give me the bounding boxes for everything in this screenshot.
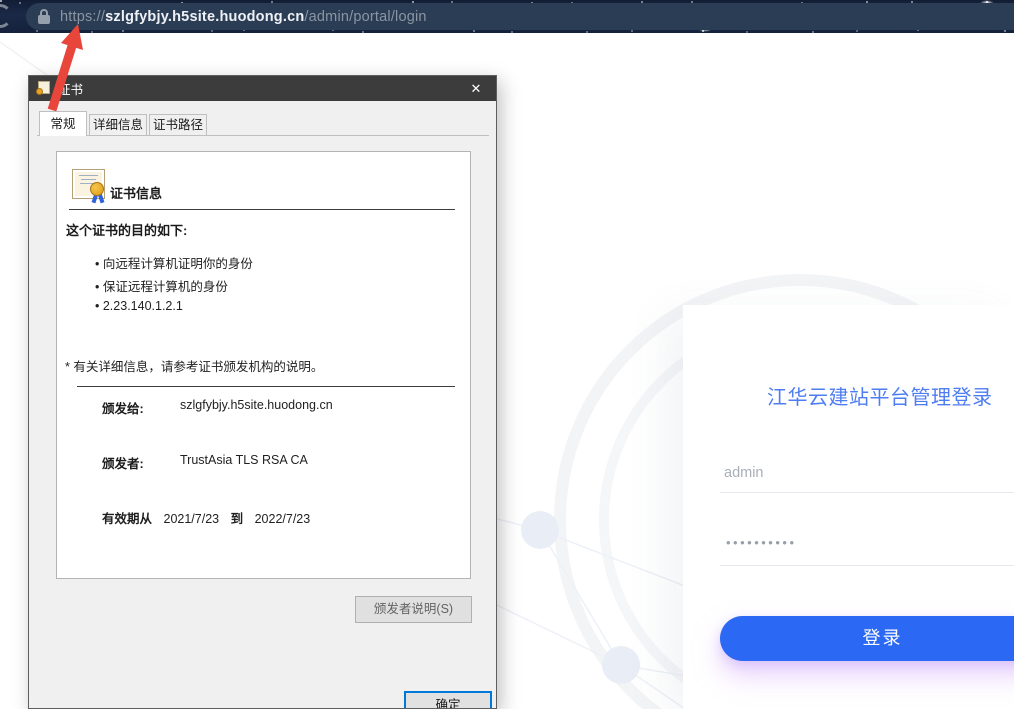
purpose-heading: 这个证书的目的如下:	[66, 220, 187, 239]
url-text: https://szlgfybjy.h5site.huodong.cn/admi…	[60, 9, 427, 25]
tab-certification-path[interactable]: 证书路径	[149, 114, 207, 136]
divider	[69, 209, 455, 210]
login-button[interactable]: 登录	[720, 616, 1014, 661]
purpose-item: 保证远程计算机的身份	[95, 276, 228, 295]
login-title: 江华云建站平台管理登录	[767, 381, 1014, 410]
screen: https://szlgfybjy.h5site.huodong.cn/admi…	[0, 0, 1014, 709]
purpose-item: 2.23.140.1.2.1	[95, 299, 183, 313]
divider	[77, 386, 455, 387]
url-host: szlgfybjy.h5site.huodong.cn	[105, 9, 304, 25]
issued-to-label: 颁发给:	[102, 398, 144, 417]
username-input[interactable]: admin	[720, 455, 1014, 493]
validity-label: 有效期从	[102, 512, 152, 526]
validity-row: 有效期从 2021/7/23 到 2022/7/23	[102, 508, 318, 527]
url-path: /admin/portal/login	[304, 9, 426, 25]
browser-logo-partial-icon	[0, 4, 12, 28]
valid-to-date: 2022/7/23	[255, 512, 311, 526]
issued-by-label: 颁发者:	[102, 453, 144, 472]
close-icon[interactable]: ✕	[456, 76, 496, 101]
ok-button[interactable]: 确定	[404, 691, 492, 709]
annotation-arrow	[30, 18, 110, 118]
valid-from-date: 2021/7/23	[164, 512, 220, 526]
issuer-statement-button[interactable]: 颁发者说明(S)	[355, 596, 472, 623]
browser-top-bar: https://szlgfybjy.h5site.huodong.cn/admi…	[0, 0, 1014, 33]
login-card: 江华云建站平台管理登录 admin •••••••••• 登录	[683, 305, 1014, 709]
issuer-note: * 有关详细信息，请参考证书颁发机构的说明。	[65, 356, 323, 375]
tab-strip-divider	[37, 135, 489, 136]
certificate-info-heading: 证书信息	[110, 183, 162, 202]
username-value: admin	[724, 465, 764, 481]
validity-to-label: 到	[231, 512, 244, 526]
address-bar[interactable]: https://szlgfybjy.h5site.huodong.cn/admi…	[26, 3, 1014, 30]
issued-to-value: szlgfybjy.h5site.huodong.cn	[180, 398, 333, 412]
certificate-dialog: 证书 ✕ 常规 详细信息 证书路径 证书信息 这个证书的目的如下: 向远程计算机…	[28, 75, 497, 709]
certificate-large-icon	[72, 169, 112, 203]
stars-decoration	[0, 0, 2, 2]
purpose-item: 向远程计算机证明你的身份	[95, 253, 253, 272]
password-input[interactable]: ••••••••••	[720, 528, 1014, 566]
issued-by-value: TrustAsia TLS RSA CA	[180, 453, 308, 467]
certificate-info-panel: 证书信息 这个证书的目的如下: 向远程计算机证明你的身份 保证远程计算机的身份 …	[56, 151, 471, 579]
password-mask: ••••••••••	[726, 535, 797, 550]
